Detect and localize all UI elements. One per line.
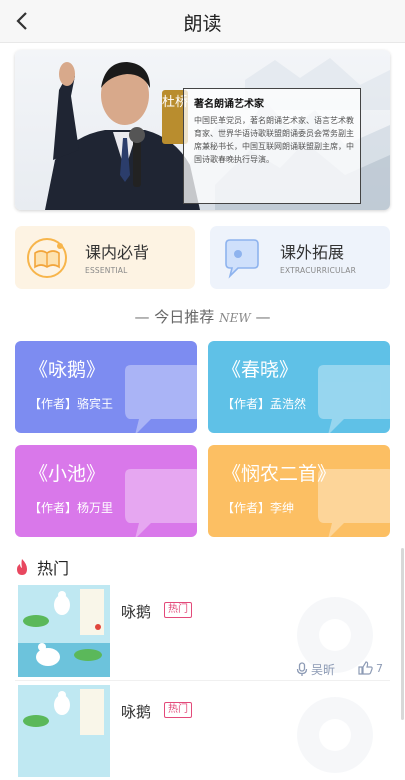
- chat-bubble-icon: [225, 239, 259, 279]
- speaker-info-card: 著名朗诵艺术家 中国民革党员，著名朗诵艺术家、语言艺术教育家、世界华语诗歌联盟朗…: [183, 88, 361, 204]
- hot-section-title: 热门: [37, 559, 70, 578]
- list-divider: [15, 680, 390, 681]
- poem-author: 【作者】骆宾王: [29, 397, 114, 411]
- category-extracurricular-title: 课外拓展: [280, 243, 345, 262]
- poem-author: 【作者】李绅: [222, 501, 295, 515]
- poem-card-xiao-chi[interactable]: 《小池》 【作者】杨万里: [15, 445, 197, 537]
- reader-name: 吴昕: [311, 663, 336, 677]
- poem-card-chun-xiao[interactable]: 《春晓》 【作者】孟浩然: [208, 341, 390, 433]
- hot-list-item[interactable]: 咏鹅 热门 吴昕 7: [15, 585, 390, 680]
- category-essential-subtitle: ESSENTIAL: [85, 266, 128, 275]
- heading-dash-left: —: [134, 308, 155, 326]
- hot-tag-badge: 热门: [164, 702, 192, 718]
- like-count: 7: [376, 661, 383, 675]
- category-essential-button[interactable]: 课内必背 ESSENTIAL: [15, 226, 195, 289]
- page-title: 朗读: [183, 13, 222, 35]
- poem-thumbnail: [18, 585, 110, 677]
- flame-icon: [17, 559, 27, 575]
- hot-section-header: 热门: [15, 556, 69, 578]
- category-extracurricular-button[interactable]: 课外拓展 EXTRACURRICULAR: [210, 226, 390, 289]
- poem-title: 《小池》: [29, 463, 106, 485]
- poem-title: 《咏鹅》: [29, 359, 106, 381]
- hot-item-title: 咏鹅: [121, 603, 152, 621]
- heading-dash-right: —: [250, 308, 271, 326]
- recommend-heading: — 今日推荐 NEW —: [0, 306, 405, 327]
- reader-info: 吴昕: [296, 661, 335, 678]
- chat-bubble-decoration-icon: [318, 365, 390, 433]
- speaker-title: 著名朗诵艺术家: [194, 99, 264, 110]
- poem-title: 《悯农二首》: [222, 463, 337, 485]
- poem-thumbnail: [18, 685, 110, 777]
- category-extracurricular-subtitle: EXTRACURRICULAR: [280, 266, 357, 275]
- poem-card-yong-e[interactable]: 《咏鹅》 【作者】骆宾王: [15, 341, 197, 433]
- like-button[interactable]: 7: [358, 661, 383, 675]
- poem-title: 《春晓》: [222, 359, 299, 381]
- hot-list-item[interactable]: 咏鹅 热门: [15, 685, 390, 780]
- poem-author: 【作者】杨万里: [29, 501, 114, 515]
- hot-tag-badge: 热门: [164, 602, 192, 618]
- scrollbar[interactable]: [401, 548, 404, 720]
- category-essential-title: 课内必背: [85, 243, 150, 262]
- top-bar: 朗读: [0, 0, 405, 43]
- chat-bubble-decoration-icon: [125, 469, 197, 537]
- chat-bubble-decoration-icon: [125, 365, 197, 433]
- microphone-icon: [296, 662, 308, 676]
- new-badge: NEW: [219, 311, 251, 325]
- poem-card-min-nong[interactable]: 《悯农二首》 【作者】李绅: [208, 445, 390, 537]
- book-icon: [27, 238, 67, 278]
- speaker-description: 中国民革党员，著名朗诵艺术家、语言艺术教育家、世界华语诗歌联盟朗诵委员会常务副主…: [194, 116, 354, 164]
- recommend-title: 今日推荐: [154, 308, 215, 326]
- mic-ring-decoration-icon: [297, 697, 373, 773]
- featured-banner[interactable]: 杜桥 著名朗诵艺术家 中国民革党员，著名朗诵艺术家、语言艺术教育家、世界华语诗歌…: [15, 50, 390, 210]
- thumbs-up-icon: [358, 661, 373, 675]
- poem-author: 【作者】孟浩然: [222, 397, 307, 411]
- hot-item-title: 咏鹅: [121, 703, 152, 721]
